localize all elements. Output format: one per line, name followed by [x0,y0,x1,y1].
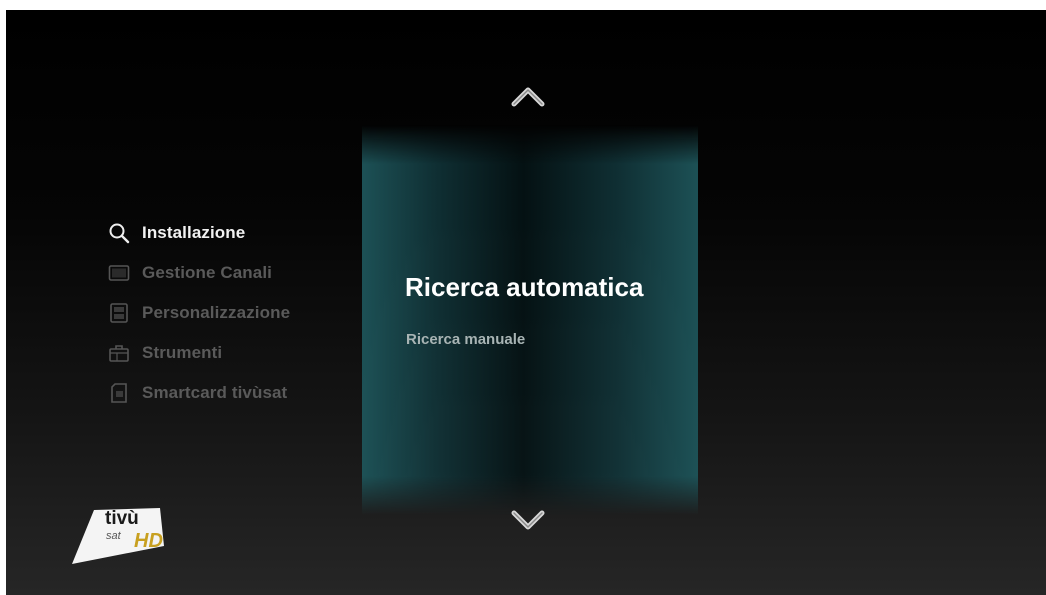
menu-item-installazione[interactable]: Installazione [108,213,290,253]
menu-item-label: Smartcard tivùsat [142,383,288,402]
chevron-up-icon[interactable] [508,82,548,110]
options-panel [362,125,698,515]
main-menu: Installazione Gestione Canali Personaliz… [108,213,290,413]
toolbox-icon [108,342,130,364]
menu-item-label: Gestione Canali [142,263,272,282]
logo-text-hd: HD [134,530,163,552]
settings-panel-icon [108,302,130,324]
chevron-down-icon[interactable] [508,507,548,535]
tivusat-hd-logo: tivù sat HD [72,506,182,568]
logo-text-sat: sat [106,530,121,542]
tv-screen: Installazione Gestione Canali Personaliz… [6,10,1046,595]
menu-item-strumenti[interactable]: Strumenti [108,333,290,373]
logo-text-tivu: tivù [105,508,139,529]
option-ricerca-manuale[interactable]: Ricerca manuale [406,331,525,348]
option-ricerca-automatica[interactable]: Ricerca automatica [405,272,643,303]
menu-item-smartcard[interactable]: Smartcard tivùsat [108,373,290,413]
menu-item-label: Installazione [142,223,246,242]
tv-icon [108,262,130,284]
menu-item-label: Strumenti [142,343,223,362]
menu-item-gestione-canali[interactable]: Gestione Canali [108,253,290,293]
menu-item-label: Personalizzazione [142,303,291,322]
search-icon [108,222,130,244]
smartcard-icon [108,382,130,404]
menu-item-personalizzazione[interactable]: Personalizzazione [108,293,290,333]
